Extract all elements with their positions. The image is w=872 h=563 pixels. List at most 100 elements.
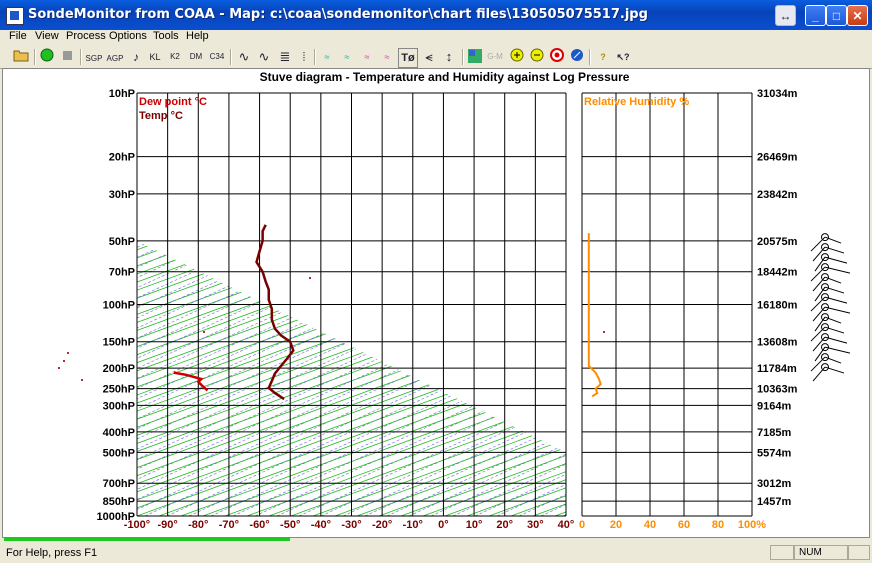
- t-dew-icon[interactable]: Tø: [398, 48, 418, 68]
- lines-icon[interactable]: ≣: [276, 48, 294, 66]
- status-pane-3: [848, 545, 870, 560]
- stray-point: [81, 379, 83, 381]
- zoom-in-icon[interactable]: [508, 48, 526, 66]
- menu-tools[interactable]: Tools: [153, 30, 179, 42]
- rh-tick-label: 80: [712, 519, 724, 531]
- temp-tick-label: 10°: [466, 519, 483, 531]
- dry-adiabat: [643, 186, 869, 516]
- wind-barb-staff: [824, 306, 851, 314]
- context-help-icon[interactable]: ↖?: [614, 48, 632, 66]
- pressure-tick-label: 150hP: [103, 337, 135, 349]
- dry-adiabat: [797, 186, 869, 516]
- moist-adiabat: [3, 186, 29, 516]
- updown-icon[interactable]: ↕: [440, 48, 458, 66]
- temp-tick-label: -50°: [280, 519, 300, 531]
- altitude-label: 20575m: [757, 236, 798, 248]
- altitude-label: 1457m: [757, 496, 791, 508]
- menu-file[interactable]: File: [9, 30, 27, 42]
- legend-temp: Temp °C: [139, 110, 183, 122]
- temp-tick-label: -10°: [403, 519, 423, 531]
- open-icon[interactable]: [12, 48, 30, 66]
- restore-arrows-button[interactable]: ↔: [775, 5, 796, 26]
- vbars-icon[interactable]: ⦙: [295, 48, 313, 66]
- title-bar: SondeMonitor from COAA - Map: c:\coaa\so…: [0, 0, 872, 30]
- map-icon[interactable]: [466, 48, 484, 66]
- kl-icon[interactable]: KL: [146, 48, 164, 66]
- compass-icon[interactable]: [568, 48, 586, 66]
- wave-icon[interactable]: ∿: [235, 48, 253, 66]
- rh-tick-label: 20: [610, 519, 622, 531]
- legend-rh: Relative Humidity %: [584, 96, 689, 108]
- wind-barb-staff: [824, 346, 851, 354]
- temp-tick-label: 20°: [496, 519, 513, 531]
- menu-view[interactable]: View: [35, 30, 59, 42]
- app-icon[interactable]: [6, 7, 24, 25]
- toolbar: SGP AGP ♪ KL K2 DM C34 ∿ ∿ ≣ ⦙ ≈ ≈ ≈ ≈ T…: [0, 46, 872, 69]
- altitude-label: 11784m: [757, 363, 797, 375]
- temp-tick-label: -30°: [341, 519, 361, 531]
- status-pane-1: [770, 545, 794, 560]
- dm-icon[interactable]: DM: [187, 48, 205, 66]
- menu-help[interactable]: Help: [186, 30, 209, 42]
- pressure-tick-label: 100hP: [103, 300, 135, 312]
- rh-tick-label: 0: [579, 519, 585, 531]
- temp-tick-label: 40°: [558, 519, 575, 531]
- menu-options[interactable]: Options: [109, 30, 147, 42]
- wind-barb-staff: [812, 366, 826, 382]
- agp-icon[interactable]: AGP: [106, 48, 124, 66]
- status-bar: For Help, press F1 NUM: [0, 543, 872, 563]
- temp-tick-label: 0°: [438, 519, 449, 531]
- wind-icon[interactable]: ⪪: [420, 48, 438, 66]
- help-icon[interactable]: ?: [594, 48, 612, 66]
- zoom-out-icon[interactable]: [528, 48, 546, 66]
- maximize-button[interactable]: □: [826, 5, 847, 26]
- pressure-tick-label: 30hP: [109, 189, 135, 201]
- wind-barb-staff: [824, 246, 845, 254]
- plot1-icon[interactable]: ≈: [318, 48, 336, 66]
- altitude-label: 18442m: [757, 267, 798, 279]
- plot4-icon[interactable]: ≈: [378, 48, 396, 66]
- c34-icon[interactable]: C34: [208, 48, 226, 66]
- altitude-label: 3012m: [757, 478, 791, 490]
- dry-adiabat: [621, 186, 869, 516]
- sound-icon[interactable]: ♪: [127, 48, 145, 66]
- stuve-diagram: Stuve diagram - Temperature and Humidity…: [3, 70, 869, 531]
- temp-tick-label: 30°: [527, 519, 544, 531]
- progress-bar: [4, 537, 290, 541]
- rh-tick-label: 40: [644, 519, 656, 531]
- chart-title: Stuve diagram - Temperature and Humidity…: [260, 70, 630, 84]
- plot2-icon[interactable]: ≈: [338, 48, 356, 66]
- wind-barb-staff: [824, 266, 851, 274]
- sgp-icon[interactable]: SGP: [85, 48, 103, 66]
- temp-tick-label: -80°: [188, 519, 208, 531]
- moist-adiabat: [3, 186, 117, 516]
- wind-barb-staff: [824, 336, 848, 344]
- wind-barb-staff: [824, 286, 845, 294]
- pressure-tick-label: 700hP: [103, 478, 135, 490]
- pressure-tick-label: 500hP: [103, 447, 135, 459]
- stray-point: [309, 277, 311, 279]
- moist-adiabat: [3, 186, 51, 516]
- moist-adiabat: [629, 186, 869, 516]
- altitude-label: 16180m: [757, 300, 798, 312]
- legend-dew-point: Dew point °C: [139, 96, 207, 108]
- minimize-button[interactable]: _: [805, 5, 826, 26]
- altitude-label: 23842m: [757, 189, 798, 201]
- moist-adiabat: [3, 186, 73, 516]
- start-icon[interactable]: [38, 48, 56, 66]
- close-button[interactable]: ✕: [847, 5, 868, 26]
- menu-process[interactable]: Process: [66, 30, 106, 42]
- altitude-label: 5574m: [757, 447, 791, 459]
- wave2-icon[interactable]: ∿: [255, 48, 273, 66]
- rh-tick-label: 60: [678, 519, 690, 531]
- window-title: SondeMonitor from COAA - Map: c:\coaa\so…: [28, 7, 648, 22]
- wind-barb-staff: [824, 296, 848, 304]
- plot3-icon[interactable]: ≈: [358, 48, 376, 66]
- temp-tick-label: -70°: [219, 519, 239, 531]
- k2-icon[interactable]: K2: [166, 48, 184, 66]
- target-icon[interactable]: [548, 48, 566, 66]
- wind-barbs: [810, 233, 851, 382]
- gm-icon[interactable]: G-M: [486, 48, 504, 66]
- stray-point: [63, 360, 65, 362]
- stop-icon[interactable]: [58, 48, 76, 66]
